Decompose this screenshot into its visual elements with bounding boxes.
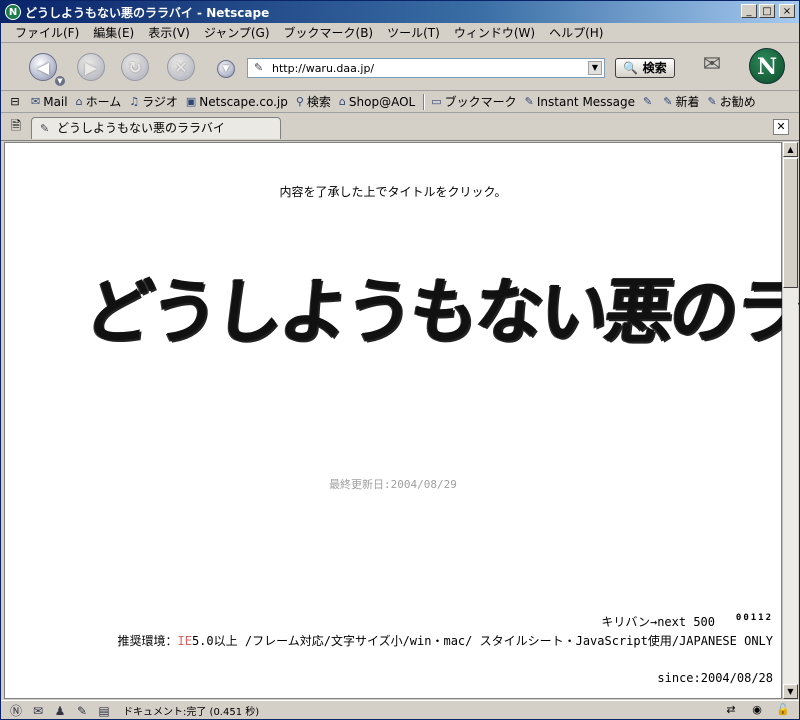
search-button-label: 検索	[642, 61, 667, 75]
stop-button[interactable]: ✕	[167, 53, 195, 81]
toolbar-link-radio[interactable]: ♫ ラジオ	[129, 93, 178, 110]
mail-notification-icon[interactable]: ✉	[697, 52, 727, 78]
vertical-scrollbar[interactable]: ▲ ▼	[782, 142, 798, 699]
toolbar-link-recommended[interactable]: ✎ お勧め	[708, 93, 756, 110]
browser-window: N どうしようもない悪のララバイ - Netscape _ □ × ファイル(F…	[0, 0, 800, 720]
close-tab-icon[interactable]: ✕	[773, 119, 789, 135]
aim-icon[interactable]: ♟	[51, 703, 69, 719]
toolbar-link-mail[interactable]: ✉ Mail	[31, 95, 68, 109]
shop-icon: ⌂	[338, 95, 346, 108]
chevron-down-icon: ▼	[222, 64, 230, 74]
bookmark-icon: ✎	[663, 95, 673, 108]
menu-bookmarks[interactable]: ブックマーク(B)	[284, 24, 374, 41]
page-content: 内容を了承した上でタイトルをクリック。 どうしようもない悪のララバイ 最終更新日…	[4, 142, 800, 699]
menu-help[interactable]: ヘルプ(H)	[549, 24, 603, 41]
title-bar: N どうしようもない悪のララバイ - Netscape _ □ ×	[1, 1, 799, 23]
url-input[interactable]	[272, 60, 572, 76]
toolbar-link-shop[interactable]: ⌂ Shop@AOL	[339, 95, 415, 109]
menu-window[interactable]: ウィンドウ(W)	[454, 24, 535, 41]
since-date: since:2004/08/28	[657, 671, 773, 685]
page-proxy-icon[interactable]: ✎	[254, 61, 263, 74]
scroll-thumb[interactable]	[783, 158, 798, 288]
bookmark-icon: ✎	[707, 95, 717, 108]
toolbar-link-instant-message[interactable]: ✎ Instant Message	[525, 95, 635, 109]
window-title: どうしようもない悪のララバイ - Netscape	[25, 6, 270, 20]
toolbar-link-netscape[interactable]: ▣ Netscape.co.jp	[186, 95, 288, 109]
instant-message-icon: ✎	[524, 95, 534, 108]
title-logo: どうしようもない悪のララバイ	[80, 271, 800, 354]
forward-arrow-icon: ▶	[84, 58, 98, 77]
reload-button[interactable]: ↻	[121, 53, 149, 81]
radio-icon: ♫	[129, 95, 140, 108]
access-counter: 00112	[735, 613, 773, 623]
home-icon: ⌂	[75, 95, 83, 108]
tab-bar: 🗎 ✎ どうしようもない悪のララバイ ✕	[1, 114, 799, 141]
new-tab-icon[interactable]: 🗎	[7, 118, 25, 136]
menu-bar: ファイル(F) 編集(E) 表示(V) ジャンプ(G) ブックマーク(B) ツー…	[1, 23, 799, 43]
env-ie: IE	[177, 634, 192, 648]
stop-icon: ✕	[174, 58, 188, 77]
back-arrow-icon: ◀	[36, 58, 50, 77]
my-netscape-icon: ▣	[185, 95, 197, 108]
back-button[interactable]: ◀	[29, 53, 57, 81]
mail-icon: ✉	[31, 95, 41, 108]
menu-edit[interactable]: 編集(E)	[93, 24, 134, 41]
menu-tools[interactable]: ツール(T)	[387, 24, 440, 41]
env-prefix: 推奨環境：	[117, 634, 178, 648]
notice-text: 内容を了承した上でタイトルをクリック。	[279, 185, 507, 199]
forward-button[interactable]: ▶	[77, 53, 105, 81]
toolbar-link-bookmark[interactable]: ✎	[643, 95, 655, 108]
navigation-toolbar: ◀ ▼ ▶ ↻ ✕ ▼ ✎ ▼ 🔍 検索 ✉ N	[1, 44, 799, 91]
url-bar[interactable]: ✎ ▼	[247, 58, 605, 78]
search-icon: ⚲	[295, 95, 304, 108]
popup-icon: ◉	[752, 703, 762, 716]
toolbar-link-new[interactable]: ✎ 新着	[663, 93, 699, 110]
minimize-button[interactable]: _	[741, 4, 757, 18]
toolbar-link-bookmarks[interactable]: ▭ ブックマーク	[431, 93, 516, 110]
address-book-icon[interactable]: ▤	[95, 703, 113, 719]
search-button[interactable]: 🔍 検索	[615, 58, 675, 78]
reload-icon: ↻	[128, 58, 142, 77]
magnifier-icon: 🔍	[623, 61, 639, 75]
status-text: ドキュメント:完了 (0.451 秒)	[123, 707, 260, 718]
security-lock-icon[interactable]: 🔓	[773, 703, 793, 716]
menu-go[interactable]: ジャンプ(G)	[204, 24, 270, 41]
back-history-dropdown-icon[interactable]: ▼	[55, 76, 65, 86]
close-button[interactable]: ×	[779, 4, 795, 18]
maximize-button[interactable]: □	[759, 4, 775, 18]
menu-file[interactable]: ファイル(F)	[15, 24, 79, 41]
recommended-environment: 推奨環境：IE5.0以上 /フレーム対応/文字サイズ小/win・mac/ スタイ…	[117, 632, 773, 649]
mail-icon[interactable]: ✉	[29, 703, 47, 719]
last-updated: 最終更新日:2004/08/29	[329, 478, 457, 491]
tab-current[interactable]: ✎ どうしようもない悪のララバイ	[31, 117, 281, 139]
tab-label: どうしようもない悪のララバイ	[57, 121, 225, 135]
env-rest: 5.0以上 /フレーム対応/文字サイズ小/win・mac/ スタイルシート・Ja…	[191, 634, 773, 648]
navigator-icon[interactable]: Ⓝ	[7, 703, 25, 719]
personal-toolbar: ⊟ ✉ Mail ⌂ ホーム ♫ ラジオ ▣ Netscape.co.jp ⚲ 検索 ⌂ S…	[1, 91, 799, 113]
toolbar-separator	[423, 93, 426, 110]
connection-icon: ⇄	[726, 703, 736, 716]
bookmark-folder-icon: ▭	[431, 95, 442, 108]
url-history-button[interactable]: ▼	[217, 60, 235, 78]
menu-view[interactable]: 表示(V)	[148, 24, 190, 41]
title-logo-link[interactable]: どうしようもない悪のララバイ	[81, 253, 800, 373]
composer-icon[interactable]: ✎	[73, 703, 91, 719]
toolbar-menu-icon[interactable]: ⊟	[5, 94, 25, 110]
toolbar-link-search[interactable]: ⚲ 検索	[296, 93, 331, 110]
status-bar: Ⓝ ✉ ♟ ✎ ▤ ドキュメント:完了 (0.451 秒) ⇄ ◉ 🔓	[1, 700, 799, 720]
url-dropdown-icon[interactable]: ▼	[588, 61, 602, 75]
page-icon: ✎	[40, 122, 50, 135]
netscape-throbber-logo[interactable]: N	[749, 48, 785, 84]
netscape-app-icon[interactable]: N	[5, 4, 21, 20]
toolbar-link-home[interactable]: ⌂ ホーム	[76, 93, 122, 110]
scroll-down-icon[interactable]: ▼	[783, 684, 798, 699]
kiriban-text: キリバン→next 500	[601, 615, 715, 629]
bookmark-icon: ✎	[643, 95, 653, 108]
scroll-up-icon[interactable]: ▲	[783, 142, 798, 157]
